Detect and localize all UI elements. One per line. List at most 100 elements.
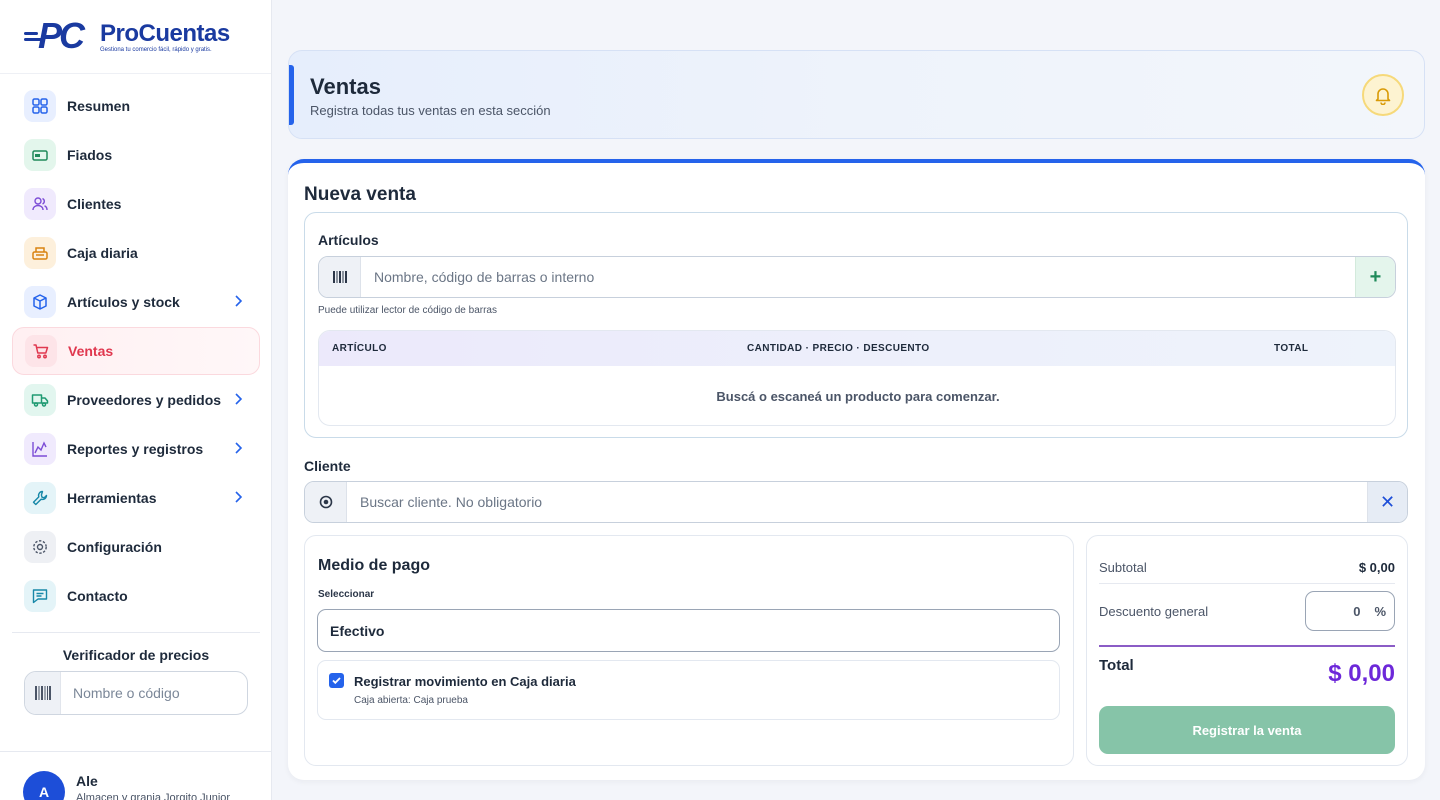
sidebar-item-label: Artículos y stock (67, 294, 180, 310)
barcode-icon (319, 257, 361, 297)
sidebar-item-label: Herramientas (67, 490, 157, 506)
barcode-hint: Puede utilizar lector de código de barra… (318, 305, 497, 316)
check-icon (332, 677, 341, 685)
barcode-icon (25, 672, 61, 714)
price-checker (24, 671, 248, 715)
grid-icon (24, 90, 56, 122)
discount-value: 0 (1353, 603, 1361, 619)
sidebar-item-articulos-y-stock[interactable]: Artículos y stock (12, 278, 260, 326)
logo-initials: PC (38, 15, 85, 56)
avatar[interactable]: A (23, 771, 65, 800)
subtotal-value: $ 0,00 (1358, 560, 1395, 575)
sidebar-item-resumen[interactable]: Resumen (12, 82, 260, 130)
divider (0, 751, 271, 752)
column-header: ARTÍCULO (332, 343, 387, 354)
sidebar-item-fiados[interactable]: Fiados (12, 131, 260, 179)
empty-state: Buscá o escaneá un producto para comenza… (716, 389, 1000, 404)
chevron-right-icon[interactable] (230, 293, 246, 309)
table-header: ARTÍCULO CANTIDAD · PRECIO · DESCUENTO T… (319, 331, 1395, 366)
articles-table: ARTÍCULO CANTIDAD · PRECIO · DESCUENTO T… (318, 330, 1396, 426)
wrench-icon (24, 482, 56, 514)
page-subtitle: Registra todas tus ventas en esta secció… (310, 103, 551, 118)
sidebar-item-clientes[interactable]: Clientes (12, 180, 260, 228)
divider (0, 73, 271, 74)
payment-method-select[interactable]: Efectivo (317, 609, 1060, 652)
section-title: Artículos (318, 232, 379, 248)
total-label: Total (1099, 657, 1134, 674)
sidebar-item-proveedores-y-pedidos[interactable]: Proveedores y pedidos (12, 376, 260, 424)
gear-icon (24, 531, 56, 563)
users-icon (24, 188, 56, 220)
divider (1099, 645, 1395, 647)
clear-client-button[interactable]: ✕ (1367, 482, 1407, 522)
section-title: Cliente (304, 458, 351, 474)
column-header: TOTAL (1274, 343, 1309, 354)
card-title: Nueva venta (304, 184, 416, 205)
bell-icon (1375, 88, 1391, 105)
truck-icon (24, 384, 56, 416)
article-search: + (318, 256, 1396, 298)
article-search-input[interactable] (361, 269, 1355, 285)
price-checker-title: Verificador de precios (62, 647, 210, 663)
register-cash-checkbox[interactable] (329, 673, 344, 688)
user-name: Ale (76, 773, 98, 789)
new-sale-card: Nueva venta Artículos + Puede utilizar l… (288, 159, 1425, 780)
sidebar-item-label: Contacto (67, 588, 128, 604)
message-icon (24, 580, 56, 612)
cash-status: Caja abierta: Caja prueba (354, 695, 468, 706)
divider (1099, 583, 1395, 584)
accent-bar (289, 65, 294, 125)
page-title: Ventas (310, 74, 381, 99)
payment-select-label: Seleccionar (318, 589, 375, 600)
sidebar-item-label: Proveedores y pedidos (67, 392, 222, 408)
discount-input[interactable]: 0 % (1305, 591, 1395, 631)
cash-icon (24, 139, 56, 171)
cart-icon (25, 335, 57, 367)
sidebar-item-label: Ventas (68, 343, 114, 359)
notifications-button[interactable] (1362, 74, 1404, 116)
add-article-button[interactable]: + (1355, 257, 1395, 297)
client-search-input[interactable] (347, 494, 1367, 510)
sidebar-item-label: Caja diaria (67, 245, 138, 261)
divider (12, 632, 260, 633)
sidebar-item-label: Resumen (67, 98, 131, 114)
target-icon (305, 482, 347, 522)
column-header: CANTIDAD · PRECIO · DESCUENTO (747, 343, 930, 354)
user-store: Almacen y granja Jorgito Junior (76, 792, 231, 800)
logo-mark: PC (24, 16, 96, 56)
sidebar-nav: Resumen Fiados Clientes Caja diaria Artí… (12, 82, 260, 633)
sidebar-item-label: Fiados (67, 147, 113, 163)
section-title: Medio de pago (318, 557, 430, 574)
subtotal-label: Subtotal (1099, 560, 1147, 575)
sidebar-item-configuracion[interactable]: Configuración (12, 523, 260, 571)
client-search: ✕ (304, 481, 1408, 523)
logo[interactable]: PC ProCuentas Gestiona tu comercio fácil… (24, 16, 254, 58)
price-checker-input[interactable] (61, 685, 241, 701)
discount-label: Descuento general (1099, 604, 1209, 619)
sidebar-item-label: Reportes y registros (67, 441, 204, 457)
total-value: $ 0,00 (1328, 660, 1395, 687)
register-sale-button[interactable]: Registrar la venta (1099, 706, 1395, 754)
discount-unit: % (1374, 603, 1386, 619)
sidebar-item-contacto[interactable]: Contacto (12, 572, 260, 620)
register-icon (24, 237, 56, 269)
register-cash-option: Registrar movimiento en Caja diaria Caja… (317, 660, 1060, 720)
summary-section: Subtotal $ 0,00 Descuento general 0 % To… (1086, 535, 1408, 766)
sidebar-item-herramientas[interactable]: Herramientas (12, 474, 260, 522)
sidebar-item-reportes-y-registros[interactable]: Reportes y registros (12, 425, 260, 473)
chevron-right-icon[interactable] (230, 489, 246, 505)
chart-icon (24, 433, 56, 465)
box-icon (24, 286, 56, 318)
sidebar: PC ProCuentas Gestiona tu comercio fácil… (0, 0, 272, 800)
chevron-right-icon[interactable] (230, 391, 246, 407)
articles-section: Artículos + Puede utilizar lector de cód… (304, 212, 1408, 438)
logo-tagline: Gestiona tu comercio fácil, rápido y gra… (100, 47, 212, 53)
payment-section: Medio de pago Seleccionar Efectivo Regis… (304, 535, 1074, 766)
sidebar-item-ventas[interactable]: Ventas (12, 327, 260, 375)
sidebar-item-caja-diaria[interactable]: Caja diaria (12, 229, 260, 277)
chevron-right-icon[interactable] (230, 440, 246, 456)
register-cash-label[interactable]: Registrar movimiento en Caja diaria (354, 674, 576, 689)
sidebar-item-label: Configuración (67, 539, 162, 555)
logo-name: ProCuentas (100, 20, 230, 47)
sidebar-item-label: Clientes (67, 196, 122, 212)
